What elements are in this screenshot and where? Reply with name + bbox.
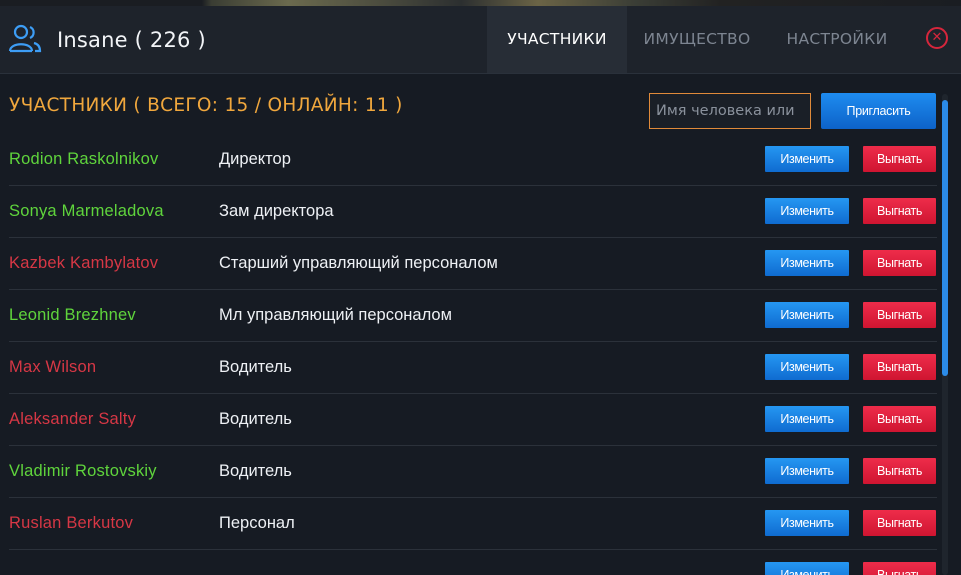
edit-member-button[interactable]: Изменить — [765, 146, 849, 172]
member-row: Max Wilson Водитель Изменить Выгнать — [0, 342, 937, 394]
member-name: Sonya Marmeladova — [9, 202, 164, 220]
edit-member-button[interactable]: Изменить — [765, 250, 849, 276]
member-row: Vladimir Rostovskiy Водитель Изменить Вы… — [0, 446, 937, 498]
tab-members[interactable]: УЧАСТНИКИ — [487, 6, 627, 73]
member-row: Sonya Marmeladova Зам директора Изменить… — [0, 186, 937, 238]
users-icon — [8, 24, 42, 53]
window-header: Insane ( 226 ) УЧАСТНИКИ ИМУЩЕСТВО НАСТР… — [0, 6, 961, 74]
member-row: Aleksander Salty Водитель Изменить Выгна… — [0, 394, 937, 446]
member-role: Водитель — [219, 462, 292, 480]
kick-member-button[interactable]: Выгнать — [863, 146, 936, 172]
members-section-title: УЧАСТНИКИ ( ВСЕГО: 15 / ОНЛАЙН: 11 ) — [9, 95, 403, 116]
member-name: Leonid Brezhnev — [9, 306, 136, 324]
member-role: Водитель — [219, 410, 292, 428]
member-row: Kazbek Kambylatov Старший управляющий пе… — [0, 238, 937, 290]
edit-member-button[interactable]: Изменить — [765, 302, 849, 328]
edit-member-button[interactable]: Изменить — [765, 562, 849, 575]
member-role: Мл управляющий персоналом — [219, 306, 452, 324]
edit-member-button[interactable]: Изменить — [765, 510, 849, 536]
kick-member-button[interactable]: Выгнать — [863, 510, 936, 536]
member-row: Rodion Raskolnikov Директор Изменить Выг… — [0, 134, 937, 186]
kick-member-button[interactable]: Выгнать — [863, 458, 936, 484]
edit-member-button[interactable]: Изменить — [765, 354, 849, 380]
edit-member-button[interactable]: Изменить — [765, 458, 849, 484]
close-icon[interactable]: ✕ — [926, 27, 948, 49]
kick-member-button[interactable]: Выгнать — [863, 198, 936, 224]
organization-title: Insane ( 226 ) — [57, 28, 206, 52]
edit-member-button[interactable]: Изменить — [765, 198, 849, 224]
kick-member-button[interactable]: Выгнать — [863, 562, 936, 575]
member-name: Vladimir Rostovskiy — [9, 462, 157, 480]
member-name: Rodion Raskolnikov — [9, 150, 159, 168]
member-role: Директор — [219, 150, 291, 168]
invite-button[interactable]: Пригласить — [821, 93, 936, 129]
organization-window: Insane ( 226 ) УЧАСТНИКИ ИМУЩЕСТВО НАСТР… — [0, 6, 961, 575]
members-scrollbar[interactable] — [942, 94, 948, 575]
kick-member-button[interactable]: Выгнать — [863, 250, 936, 276]
member-role: Старший управляющий персоналом — [219, 254, 498, 272]
member-search-input[interactable] — [649, 93, 811, 129]
member-role: Водитель — [219, 358, 292, 376]
tab-property[interactable]: ИМУЩЕСТВО — [627, 6, 767, 73]
member-role: Зам директора — [219, 202, 334, 220]
member-row: Ruslan Berkutov Персонал Изменить Выгнат… — [0, 498, 937, 550]
member-row-partial: Изменить Выгнать — [0, 550, 937, 575]
kick-member-button[interactable]: Выгнать — [863, 354, 936, 380]
member-row: Leonid Brezhnev Мл управляющий персонало… — [0, 290, 937, 342]
members-list: Rodion Raskolnikov Директор Изменить Выг… — [0, 134, 937, 575]
kick-member-button[interactable]: Выгнать — [863, 406, 936, 432]
edit-member-button[interactable]: Изменить — [765, 406, 849, 432]
kick-member-button[interactable]: Выгнать — [863, 302, 936, 328]
member-name: Kazbek Kambylatov — [9, 254, 159, 272]
member-name: Max Wilson — [9, 358, 97, 376]
scrollbar-thumb[interactable] — [942, 100, 948, 376]
member-role: Персонал — [219, 514, 295, 532]
member-name: Aleksander Salty — [9, 410, 137, 428]
tab-settings[interactable]: НАСТРОЙКИ — [767, 6, 907, 73]
member-name: Ruslan Berkutov — [9, 514, 134, 532]
